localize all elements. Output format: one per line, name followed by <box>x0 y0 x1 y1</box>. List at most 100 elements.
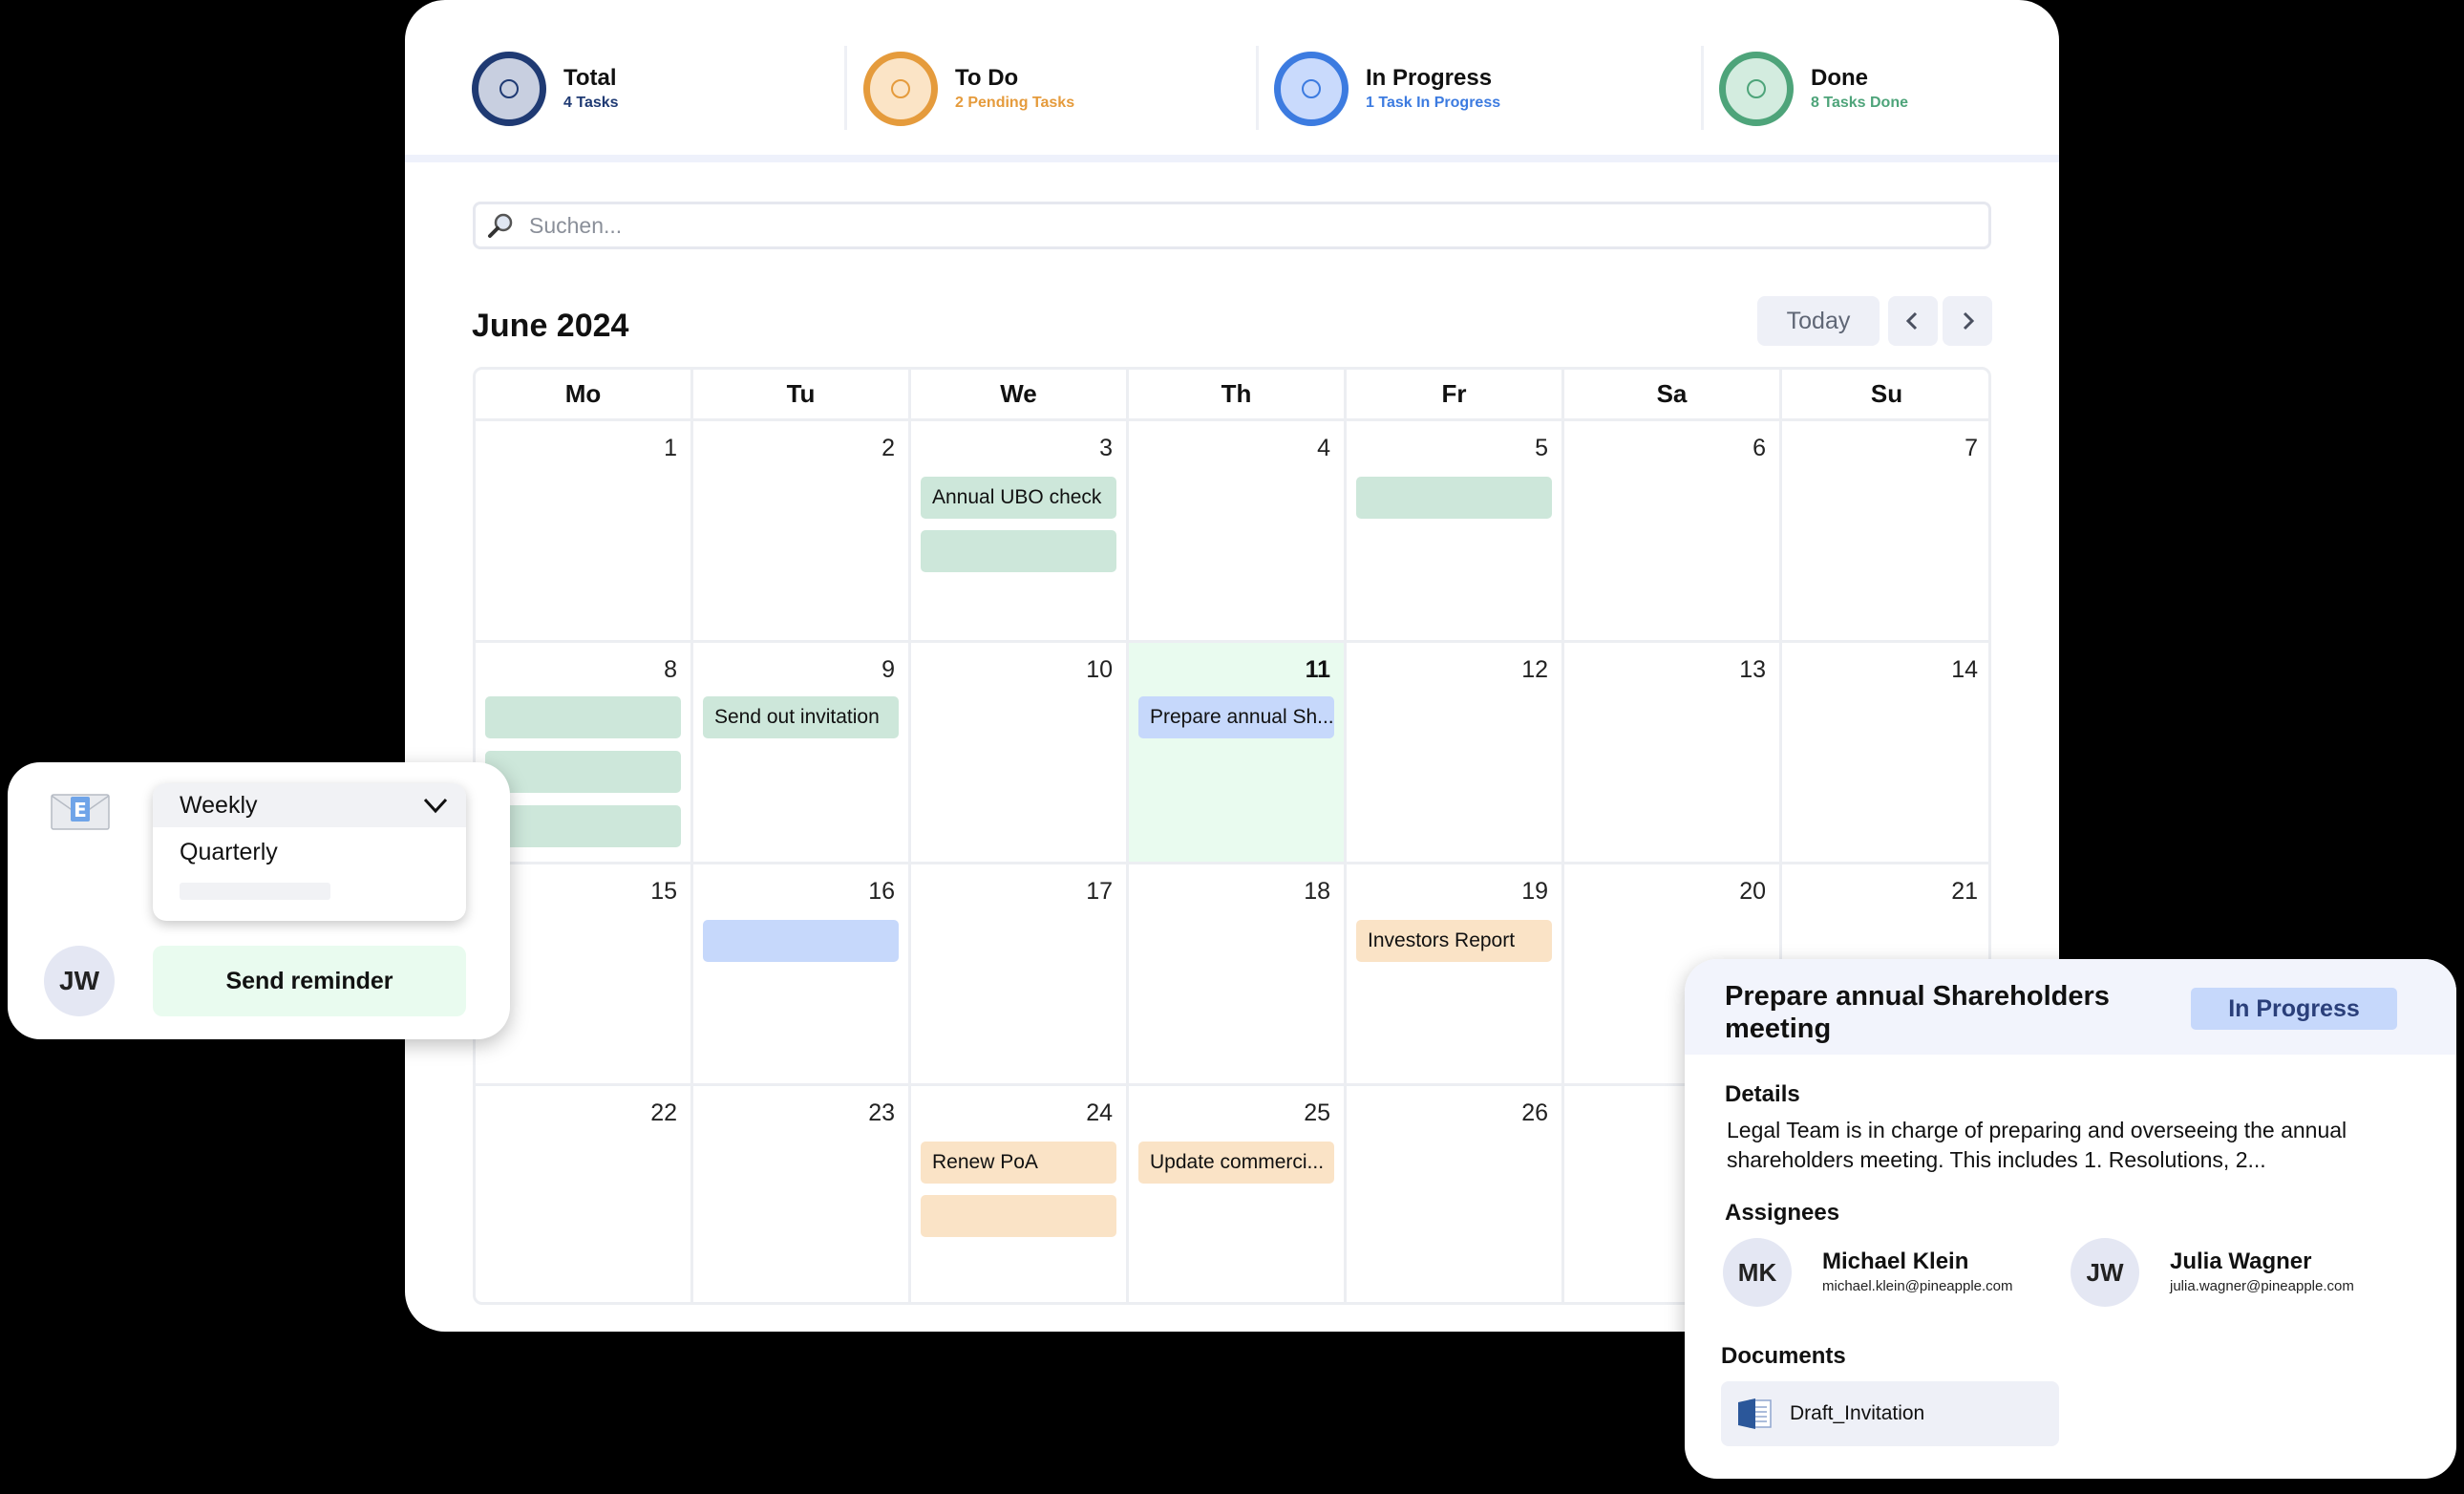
frequency-option-placeholder <box>180 883 330 900</box>
task-detail-card: Prepare annual Shareholders meeting In P… <box>1685 959 2456 1479</box>
svg-text:E: E <box>74 799 87 822</box>
day-number: 21 <box>1951 878 1978 905</box>
calendar-event[interactable]: Update commerci... <box>1138 1142 1334 1184</box>
day-number: 15 <box>650 878 677 905</box>
calendar-event[interactable] <box>921 530 1116 572</box>
task-title: Prepare annual Shareholders meeting <box>1725 981 2110 1044</box>
chevron-down-icon <box>423 798 448 814</box>
calendar-event[interactable]: Annual UBO check <box>921 477 1116 519</box>
calendar-event[interactable] <box>1356 477 1552 519</box>
day-number: 11 <box>1305 656 1330 683</box>
frequency-selected[interactable]: Weekly <box>153 783 466 827</box>
stat-todo-title: To Do <box>955 65 1019 91</box>
document-name: Draft_Invitation <box>1790 1402 1925 1424</box>
day-cell-16[interactable]: 16 <box>693 864 911 1086</box>
day-cell-5[interactable]: 5 <box>1347 421 1564 643</box>
status-badge[interactable]: In Progress <box>2191 988 2397 1030</box>
day-cell-4[interactable]: 4 <box>1129 421 1347 643</box>
day-number: 18 <box>1304 878 1330 905</box>
stat-in-progress-label: Task In Progress <box>1378 95 1501 111</box>
day-number: 6 <box>1752 435 1766 461</box>
day-number: 3 <box>1099 435 1113 461</box>
day-number: 5 <box>1535 435 1548 461</box>
stat-in-progress[interactable]: In Progress 1 Task In Progress <box>1274 51 1500 127</box>
day-cell-23[interactable]: 23 <box>693 1086 911 1302</box>
calendar-event[interactable] <box>485 696 681 738</box>
day-cell-18[interactable]: 18 <box>1129 864 1347 1086</box>
assignee-name: Michael Klein <box>1822 1249 1969 1274</box>
search-icon <box>488 213 513 238</box>
assignees-label: Assignees <box>1725 1200 1840 1226</box>
assignee-julia-wagner[interactable]: JW Julia Wagner julia.wagner@pineapple.c… <box>2071 1238 2354 1307</box>
assignee-email: julia.wagner@pineapple.com <box>2170 1278 2354 1294</box>
day-number: 10 <box>1086 656 1113 683</box>
stat-todo[interactable]: To Do 2 Pending Tasks <box>863 51 1074 127</box>
day-cell-1[interactable]: 1 <box>476 421 693 643</box>
weekday-su: Su <box>1782 370 1988 421</box>
day-number: 16 <box>868 878 895 905</box>
calendar-event[interactable] <box>703 920 899 962</box>
search-input[interactable] <box>529 212 1866 239</box>
stat-total-count: 4 <box>563 95 572 111</box>
day-cell-3[interactable]: 3 Annual UBO check <box>911 421 1129 643</box>
day-number: 14 <box>1951 656 1978 683</box>
send-reminder-button[interactable]: Send reminder <box>153 946 466 1016</box>
day-cell-10[interactable]: 10 <box>911 643 1129 864</box>
calendar-event[interactable]: Prepare annual Sh... <box>1138 696 1334 738</box>
stat-in-progress-title: In Progress <box>1366 65 1493 91</box>
day-number: 2 <box>882 435 895 461</box>
stat-total-label: Tasks <box>576 95 619 111</box>
day-cell-9[interactable]: 9 Send out invitation <box>693 643 911 864</box>
weekday-header: Mo Tu We Th Fr Sa Su <box>476 370 1988 421</box>
day-cell-17[interactable]: 17 <box>911 864 1129 1086</box>
calendar-event[interactable]: Investors Report <box>1356 920 1552 962</box>
day-number: 17 <box>1086 878 1113 905</box>
weekday-tu: Tu <box>693 370 911 421</box>
day-cell-13[interactable]: 13 <box>1564 643 1782 864</box>
total-ring-icon <box>472 52 546 126</box>
stat-done[interactable]: Done 8 Tasks Done <box>1719 51 1908 127</box>
calendar-event[interactable]: Send out invitation <box>703 696 899 738</box>
calendar-event[interactable] <box>485 751 681 793</box>
day-number: 7 <box>1965 435 1978 461</box>
stat-total[interactable]: Total 4 Tasks <box>472 51 619 127</box>
avatar: JW <box>44 946 115 1016</box>
frequency-selected-label: Weekly <box>180 791 258 819</box>
stat-total-title: Total <box>563 65 617 91</box>
frequency-dropdown[interactable]: Weekly Quarterly <box>153 783 466 921</box>
search-bar[interactable] <box>473 202 1991 249</box>
chevron-right-icon <box>1963 311 1975 331</box>
day-cell-25[interactable]: 25 Update commerci... <box>1129 1086 1347 1302</box>
day-cell-14[interactable]: 14 <box>1782 643 1988 864</box>
day-cell-11[interactable]: 11 Prepare annual Sh... <box>1129 643 1347 864</box>
stat-done-label: Tasks Done <box>1823 95 1908 111</box>
document-icon <box>1738 1398 1772 1429</box>
stat-done-count: 8 <box>1811 95 1819 111</box>
stat-todo-label: Pending Tasks <box>967 95 1075 111</box>
day-number: 1 <box>664 435 677 461</box>
task-stats-bar: Total 4 Tasks To Do 2 Pending Tasks In P… <box>405 0 2059 162</box>
day-cell-12[interactable]: 12 <box>1347 643 1564 864</box>
next-month-button[interactable] <box>1943 296 1992 346</box>
weekday-fr: Fr <box>1347 370 1564 421</box>
document-draft-invitation[interactable]: Draft_Invitation <box>1721 1381 2059 1446</box>
calendar-event[interactable] <box>485 805 681 847</box>
today-button[interactable]: Today <box>1757 296 1880 346</box>
day-number: 12 <box>1521 656 1548 683</box>
prev-month-button[interactable] <box>1888 296 1938 346</box>
day-number: 24 <box>1086 1099 1113 1126</box>
calendar-event[interactable] <box>921 1195 1116 1237</box>
details-text: Legal Team is in charge of preparing and… <box>1727 1118 2347 1172</box>
day-number: 23 <box>868 1099 895 1126</box>
frequency-option-quarterly[interactable]: Quarterly <box>153 839 466 866</box>
day-cell-2[interactable]: 2 <box>693 421 911 643</box>
day-cell-6[interactable]: 6 <box>1564 421 1782 643</box>
avatar: MK <box>1723 1238 1792 1307</box>
day-cell-22[interactable]: 22 <box>476 1086 693 1302</box>
day-cell-24[interactable]: 24 Renew PoA <box>911 1086 1129 1302</box>
calendar-event[interactable]: Renew PoA <box>921 1142 1116 1184</box>
assignee-michael-klein[interactable]: MK Michael Klein michael.klein@pineapple… <box>1723 1238 2013 1307</box>
day-cell-7[interactable]: 7 <box>1782 421 1988 643</box>
day-cell-19[interactable]: 19 Investors Report <box>1347 864 1564 1086</box>
day-cell-26[interactable]: 26 <box>1347 1086 1564 1302</box>
